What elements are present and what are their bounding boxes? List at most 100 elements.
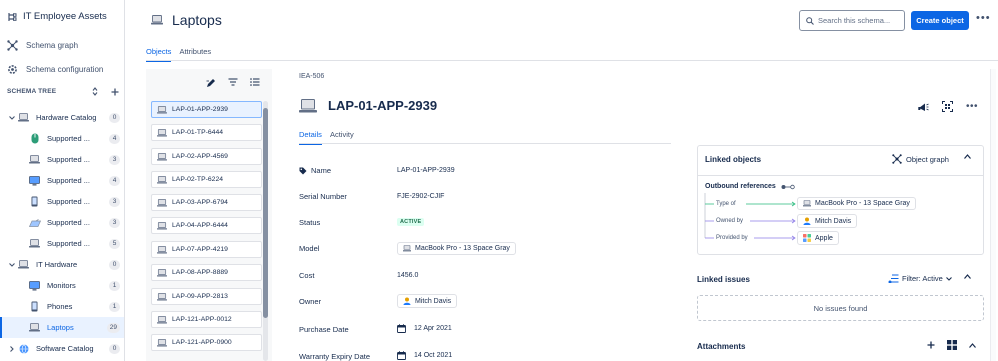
attr-status-label: Status [299,218,321,227]
tree-item-label: Phones [47,302,73,311]
tree-item-supported-4[interactable]: Supported ... 3 [0,191,124,212]
laptop-icon [157,152,167,161]
app-title-label: IT Employee Assets [23,11,107,22]
filter-icon [888,274,899,283]
linked-object-chip[interactable]: Mitch Davis [797,214,858,228]
linked-object-label: MacBook Pro - 13 Space Gray [815,200,910,207]
laptop-icon [17,259,30,270]
tree-item-hardware-catalog[interactable]: Hardware Catalog 0 [0,107,124,128]
object-item[interactable]: LAP-01-TP-6444 [151,124,262,141]
object-item[interactable]: LAP-07-APP-4219 [151,241,262,258]
attr-owner-value[interactable]: Mitch Davis [397,294,458,308]
object-item[interactable]: LAP-02-APP-4569 [151,148,262,165]
issues-filter-dropdown[interactable]: Filter: Active [888,274,952,283]
laptop-icon [151,15,163,25]
object-item[interactable]: LAP-08-APP-8889 [151,264,262,281]
outbound-arrow-icon [781,184,795,190]
app-title[interactable]: IT Employee Assets [8,11,107,22]
schema-tree: Hardware Catalog 0 Supported ... 4 Suppo… [0,107,124,359]
attr-model-value[interactable]: MacBook Pro - 13 Space Gray [397,242,516,255]
tree-item-supported-2[interactable]: Supported ... 3 [0,149,124,170]
object-title-label: LAP-01-APP-2939 [328,98,438,113]
feedback-icon[interactable] [918,102,929,112]
tree-item-count: 5 [109,238,120,249]
detail-scrollbar[interactable] [990,69,996,361]
laptop-icon [157,105,167,114]
relation-target[interactable]: Apple [797,231,839,245]
object-item[interactable]: LAP-121-APP-0012 [151,311,262,328]
tree-item-laptops[interactable]: Laptops 29 [0,317,124,338]
page-title: Laptops [151,12,222,28]
chevron-up-icon[interactable] [964,274,971,279]
model-chip[interactable]: MacBook Pro - 13 Space Gray [397,242,516,255]
nav-schema-graph-label: Schema graph [26,41,79,50]
laptop-icon [157,198,167,207]
object-graph-button[interactable]: Object graph [892,154,949,164]
chevron-right-icon[interactable] [7,345,17,352]
create-object-button[interactable]: Create object [911,11,969,30]
relation-target[interactable]: Mitch Davis [797,214,858,228]
tree-item-label: Hardware Catalog [36,113,97,122]
relation-label: Type of [716,201,736,207]
add-attachment-icon[interactable] [927,341,935,349]
tree-item-supported-1[interactable]: Supported ... 4 [0,128,124,149]
chevron-up-icon[interactable] [969,342,976,348]
owner-chip[interactable]: Mitch Davis [397,294,458,308]
tree-item-supported-6[interactable]: Supported ... 5 [0,233,124,254]
search-box[interactable] [799,10,905,31]
attr-status-value: ACTIVE [397,218,425,226]
tree-item-count: 4 [109,175,120,186]
nav-schema-configuration[interactable]: Schema configuration [7,64,103,75]
tree-item-label: IT Hardware [36,260,78,269]
object-item[interactable]: LAP-09-APP-2813 [151,288,262,305]
tree-item-phones[interactable]: Phones 1 [0,296,124,317]
add-icon[interactable] [111,88,119,96]
linked-object-chip[interactable]: Apple [797,231,839,245]
object-list-scroll-thumb[interactable] [263,108,268,318]
grid-view-icon[interactable] [947,340,957,350]
object-item[interactable]: LAP-01-APP-2939 [151,101,262,118]
object-item[interactable]: LAP-04-APP-6444 [151,217,262,234]
laptop-icon [157,292,167,301]
tree-item-supported-3[interactable]: Supported ... 4 [0,170,124,191]
tree-item-monitors[interactable]: Monitors 1 [0,275,124,296]
more-icon[interactable]: ••• [966,101,978,112]
relation-target[interactable]: MacBook Pro - 13 Space Gray [797,197,916,210]
chevron-down-icon[interactable] [7,115,17,120]
laptop-icon [157,175,167,184]
object-item[interactable]: LAP-121-APP-0900 [151,334,262,351]
chevron-up-icon[interactable] [964,154,971,159]
calendar-icon [397,324,406,333]
sort-icon[interactable] [92,87,98,96]
laptop-icon [28,154,41,165]
selected-indicator [0,317,2,338]
tree-item-software-catalog[interactable]: Software Catalog 0 [0,338,124,359]
object-item-label: LAP-02-APP-4569 [172,153,228,160]
list-view-icon[interactable] [250,78,260,88]
object-item[interactable]: LAP-02-TP-6224 [151,171,262,188]
attachments-actions [927,340,976,350]
linked-object-chip[interactable]: MacBook Pro - 13 Space Gray [797,197,916,210]
laptop-icon [157,338,167,347]
vendor-icon [803,234,811,242]
relation-label: Provided by [716,235,748,241]
filter-icon[interactable] [228,78,238,88]
laptop-icon [403,245,411,252]
attr-cost-label: Cost [299,271,315,280]
search-input[interactable] [818,16,904,25]
nav-schema-graph[interactable]: Schema graph [7,40,78,51]
object-item-label: LAP-121-APP-0900 [172,339,232,346]
chevron-down-icon[interactable] [7,262,17,267]
object-item-label: LAP-04-APP-6444 [172,222,228,229]
attr-purchase-date-label: Purchase Date [299,325,349,334]
tree-item-supported-5[interactable]: Supported ... 3 [0,212,124,233]
qr-code-icon[interactable] [942,101,953,112]
object-item[interactable]: LAP-03-APP-6794 [151,194,262,211]
outbound-references: Outbound references [705,183,795,190]
tabs-divider [146,60,998,61]
tree-item-it-hardware[interactable]: IT Hardware 0 [0,254,124,275]
edit-columns-icon[interactable] [206,78,216,88]
more-actions-button[interactable]: ••• [976,12,991,24]
purchase-date-text: 12 Apr 2021 [414,325,452,332]
tree-item-count: 1 [109,301,120,312]
